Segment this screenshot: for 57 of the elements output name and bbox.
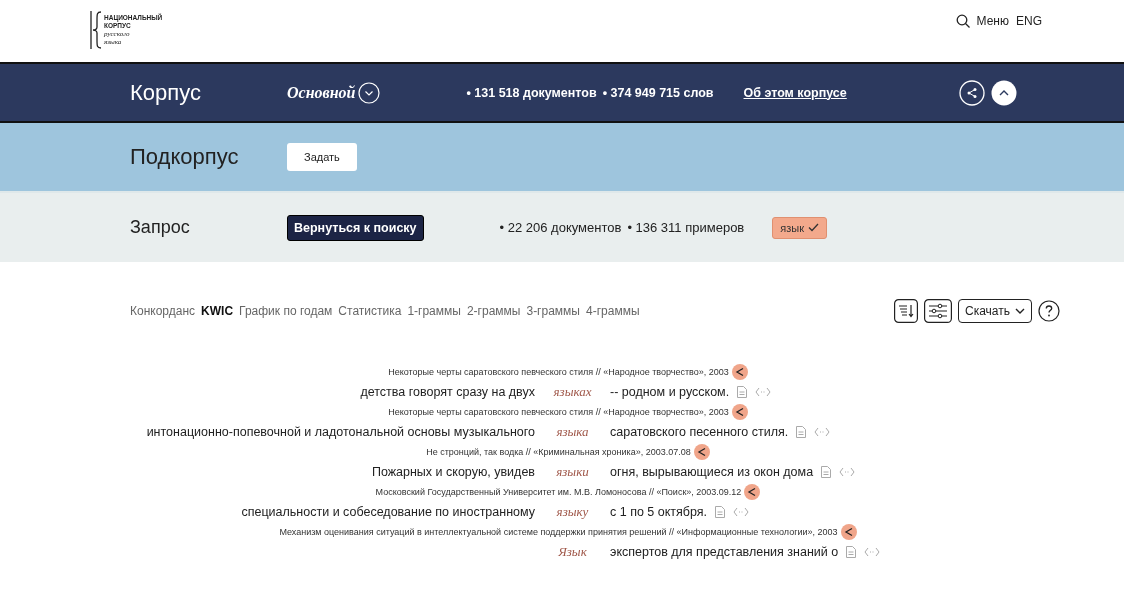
right-context: -- родном и русском. bbox=[610, 385, 730, 399]
source-title: Некоторые черты саратовского певческого стиля // «Народное творчество», 2003 bbox=[388, 407, 729, 417]
share-icon[interactable] bbox=[731, 364, 748, 380]
sort-icon[interactable] bbox=[894, 299, 918, 323]
keyword: языки bbox=[556, 464, 589, 479]
corpus-stat: • 374 949 715 слов bbox=[602, 85, 714, 100]
share-icon[interactable] bbox=[840, 524, 857, 540]
right-context: саратовского песенного стиля. bbox=[610, 425, 789, 439]
query-label: Запрос bbox=[130, 217, 191, 238]
query-stat: • 22 206 документов bbox=[499, 220, 622, 235]
left-context: интонационно-попевочной и ладотональной основы музыкального bbox=[146, 425, 535, 439]
view-tab[interactable]: Конкорданс bbox=[130, 304, 196, 318]
share-icon[interactable] bbox=[958, 79, 985, 106]
right-context: огня, вырывающиеся из окон дома bbox=[610, 465, 814, 479]
language-link[interactable]: ENG bbox=[1016, 14, 1042, 28]
share-icon[interactable] bbox=[693, 444, 710, 460]
download-button[interactable]: Скачать bbox=[958, 299, 1032, 323]
view-tab[interactable]: График по годам bbox=[239, 304, 333, 318]
source-title: Некоторые черты саратовского певческого стиля // «Народное творчество», 2003 bbox=[388, 367, 729, 377]
collapse-icon[interactable] bbox=[990, 79, 1017, 106]
search-icon[interactable] bbox=[955, 14, 970, 28]
subcorpus-label: Подкорпус bbox=[130, 144, 240, 170]
keyword: Язык bbox=[558, 544, 587, 559]
query-stat: • 136 311 примеров bbox=[627, 220, 745, 235]
chevron-down-icon bbox=[358, 81, 381, 104]
about-corpus-link[interactable]: Об этом корпусе bbox=[743, 85, 847, 100]
view-tab[interactable]: 1-граммы bbox=[407, 304, 461, 318]
keyword: языка bbox=[556, 424, 589, 439]
view-tab[interactable]: 4-граммы bbox=[586, 304, 640, 318]
view-tab[interactable]: 3-граммы bbox=[526, 304, 580, 318]
keyword: языках bbox=[553, 384, 592, 399]
keyword: языку bbox=[556, 504, 589, 519]
share-icon[interactable] bbox=[744, 484, 761, 500]
source-title: Московский Государственный Университет им. М.В. Ломоносова // «Поиск», 2003.09.12 bbox=[375, 487, 742, 497]
right-context: с 1 по 5 октября. bbox=[610, 505, 708, 519]
view-tab[interactable]: 2-граммы bbox=[466, 304, 521, 318]
query-chip[interactable]: язык bbox=[772, 216, 827, 239]
filter-sliders-icon[interactable] bbox=[924, 299, 952, 323]
share-icon[interactable] bbox=[731, 404, 748, 420]
check-icon bbox=[808, 223, 819, 232]
corpus-select[interactable]: Основной bbox=[287, 81, 381, 104]
left-context: Пожарных и скорую, увидев bbox=[371, 465, 535, 479]
corpus-stat: • 131 518 документов bbox=[466, 85, 597, 100]
source-title: Механизм оценивания ситуаций в интеллектуальной системе поддержки принятия решений // «Информационные технологии», 2003 bbox=[279, 527, 838, 537]
brace-icon bbox=[90, 10, 102, 50]
view-tab[interactable]: KWIC bbox=[201, 304, 234, 318]
chevron-down-icon bbox=[1015, 307, 1025, 315]
left-context: специальности и собеседование по иностранному bbox=[241, 505, 535, 519]
left-context: детства говорят сразу на двух bbox=[360, 385, 535, 399]
menu-link[interactable]: Меню bbox=[976, 14, 1009, 28]
right-context: экспертов для представления знаний о bbox=[610, 545, 839, 559]
help-icon[interactable] bbox=[1038, 300, 1060, 322]
view-tab[interactable]: Статистика bbox=[338, 304, 402, 318]
back-to-search-button[interactable]: Вернуться к поиску bbox=[287, 214, 424, 241]
source-title: Не стронций, так водка // «Криминальная хроника», 2003.07.08 bbox=[426, 447, 691, 457]
corpus-label: Корпус bbox=[130, 79, 202, 106]
set-subcorpus-button[interactable]: Задать bbox=[287, 143, 357, 171]
